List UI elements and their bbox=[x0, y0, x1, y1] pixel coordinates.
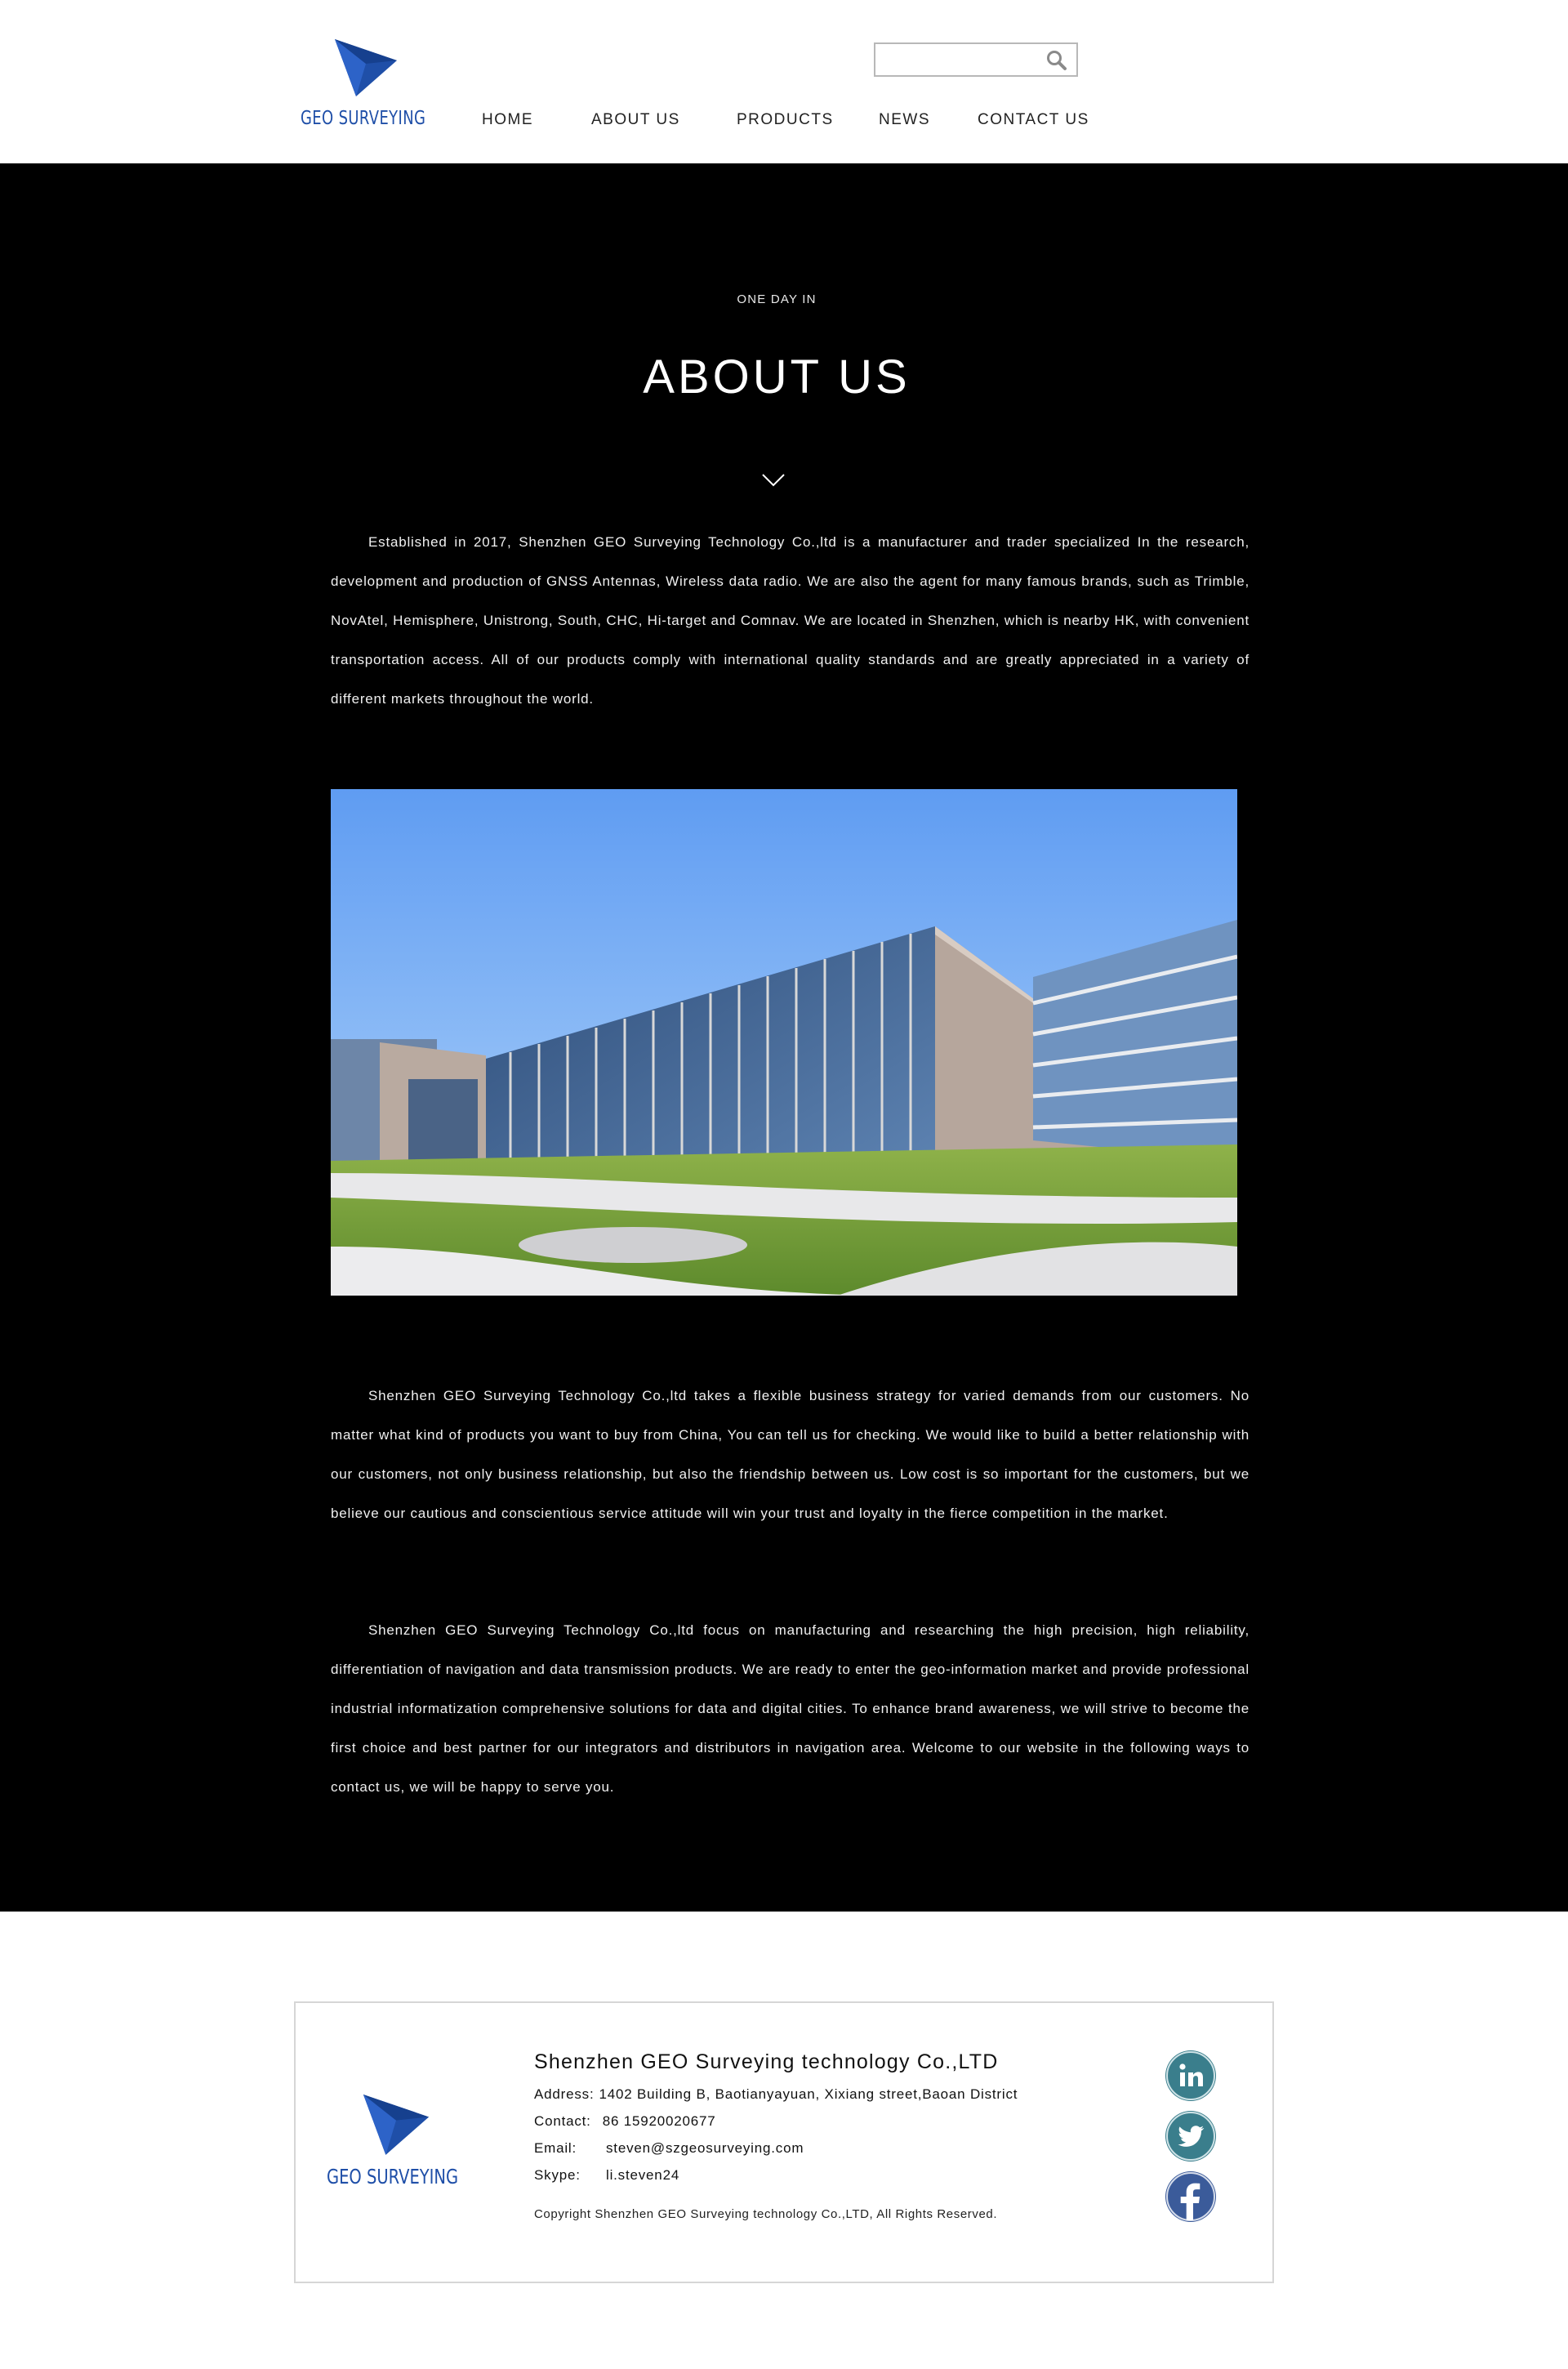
nav-news[interactable]: NEWS bbox=[879, 111, 930, 129]
company-name: Shenzhen GEO Surveying technology Co.,LT… bbox=[534, 2050, 999, 2073]
building-photo bbox=[331, 789, 1237, 1296]
footer-logo[interactable]: GEO SURVEYING bbox=[327, 2095, 466, 2193]
address-row: Address: 1402 Building B, Baotianyayuan, … bbox=[534, 2086, 1018, 2103]
site-header: GEO SURVEYING HOME ABOUT US PRODUCTS NEW… bbox=[0, 0, 1568, 163]
section-kicker: ONE DAY IN bbox=[737, 292, 817, 306]
logo-triangle-icon bbox=[363, 2095, 430, 2155]
skype-value: li.steven24 bbox=[606, 2167, 680, 2183]
search-input[interactable] bbox=[882, 49, 1036, 72]
contact-row: Contact: 86 15920020677 bbox=[534, 2113, 716, 2130]
email-link[interactable]: steven@szgeosurveying.com bbox=[606, 2140, 804, 2156]
address-value: 1402 Building B, Baotianyayuan, Xixiang … bbox=[599, 2086, 1018, 2102]
email-label: Email: bbox=[534, 2140, 577, 2156]
chevron-down-icon[interactable] bbox=[761, 472, 786, 489]
twitter-icon[interactable] bbox=[1165, 2111, 1216, 2162]
address-label: Address: bbox=[534, 2086, 595, 2102]
footer-logo-text: GEO SURVEYING bbox=[327, 2165, 459, 2188]
contact-label: Contact: bbox=[534, 2113, 591, 2129]
search-box[interactable] bbox=[874, 42, 1078, 77]
footer-contact-card: GEO SURVEYING Shenzhen GEO Surveying tec… bbox=[294, 2001, 1274, 2283]
linkedin-icon[interactable] bbox=[1165, 2050, 1216, 2101]
nav-home[interactable]: HOME bbox=[482, 111, 533, 129]
search-icon[interactable] bbox=[1045, 49, 1068, 72]
about-paragraph-strategy: Shenzhen GEO Surveying Technology Co.,lt… bbox=[331, 1388, 1250, 1521]
copyright-text: Copyright Shenzhen GEO Surveying technol… bbox=[534, 2207, 998, 2221]
nav-products[interactable]: PRODUCTS bbox=[737, 111, 834, 129]
nav-contact-us[interactable]: CONTACT US bbox=[978, 111, 1089, 129]
logo-triangle-icon bbox=[335, 39, 397, 96]
about-section: ONE DAY IN ABOUT US Established in 2017,… bbox=[0, 163, 1568, 1912]
logo-text: GEO SURVEYING bbox=[301, 108, 426, 129]
site-logo[interactable]: GEO SURVEYING bbox=[301, 39, 426, 133]
facebook-icon[interactable] bbox=[1165, 2171, 1216, 2222]
page-title: ABOUT US bbox=[643, 350, 911, 404]
nav-about-us[interactable]: ABOUT US bbox=[591, 111, 680, 129]
email-row: Email: steven@szgeosurveying.com bbox=[534, 2140, 804, 2157]
skype-label: Skype: bbox=[534, 2167, 581, 2183]
about-paragraph-focus: Shenzhen GEO Surveying Technology Co.,lt… bbox=[331, 1622, 1250, 1795]
skype-row: Skype: li.steven24 bbox=[534, 2167, 679, 2184]
about-paragraph-intro: Established in 2017, Shenzhen GEO Survey… bbox=[331, 534, 1250, 707]
contact-value: 86 15920020677 bbox=[602, 2113, 716, 2129]
